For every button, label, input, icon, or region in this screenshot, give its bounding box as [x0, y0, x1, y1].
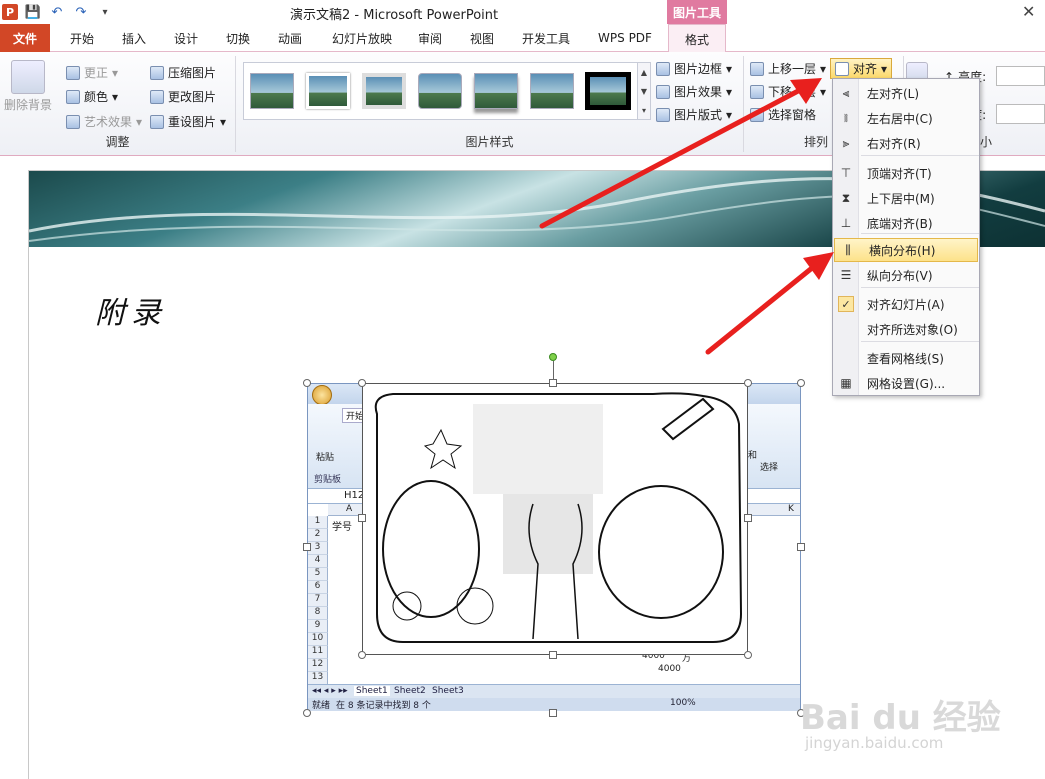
red-arrow-to-align [539, 78, 822, 229]
annotation-arrows [539, 78, 834, 355]
red-arrow-to-distribute [705, 252, 834, 355]
baidu-watermark: Bai du 经验 [800, 698, 1001, 738]
baidu-watermark-url: jingyan.baidu.com [805, 734, 944, 752]
